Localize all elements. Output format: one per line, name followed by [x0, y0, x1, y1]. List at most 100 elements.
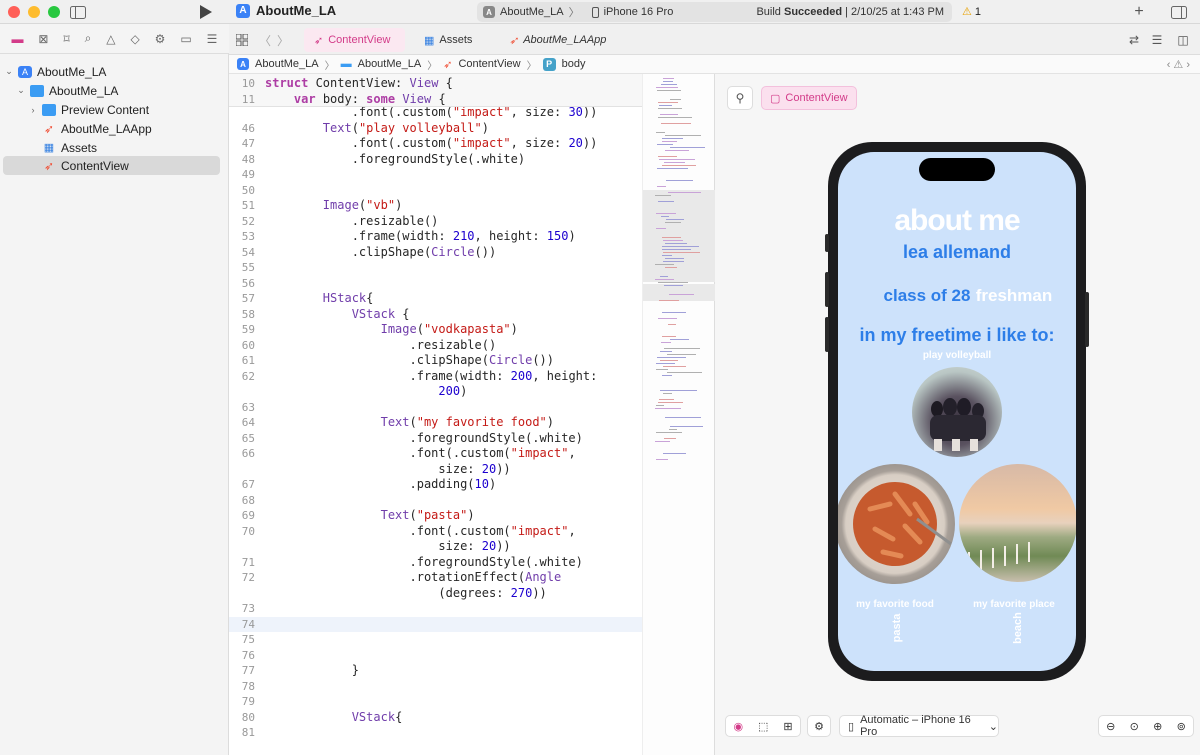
code-line[interactable]: 71 .foregroundStyle(.white): [229, 555, 642, 571]
code-line[interactable]: 55: [229, 260, 642, 276]
chevron-down-icon[interactable]: ⌄: [16, 85, 26, 96]
code-line[interactable]: 67 .padding(10): [229, 477, 642, 493]
find-navigator-icon[interactable]: ⌕: [85, 31, 92, 46]
minimap-code-stroke: [660, 114, 678, 115]
tab-app-file[interactable]: ➶ AboutMe_LAApp: [499, 28, 616, 52]
code-line[interactable]: 59 Image("vodkapasta"): [229, 322, 642, 338]
minimap[interactable]: [642, 74, 716, 755]
code-line[interactable]: 200): [229, 384, 642, 400]
code-line[interactable]: 75: [229, 632, 642, 648]
zoom-100-icon[interactable]: ⊚: [1177, 720, 1186, 733]
code-line[interactable]: 68: [229, 493, 642, 509]
tree-row-app-file[interactable]: ➶ AboutMe_LAApp: [0, 119, 229, 138]
editor-grid-icon[interactable]: [235, 31, 249, 49]
scheme-status-bar[interactable]: A AboutMe_LA 〉 iPhone 16 Pro Build Succe…: [477, 2, 952, 22]
code-line[interactable]: 48 .foregroundStyle(.white): [229, 152, 642, 168]
variants-icon[interactable]: ⊞: [783, 720, 792, 733]
code-line[interactable]: 54 .clipShape(Circle()): [229, 245, 642, 261]
code-line[interactable]: 66 .font(.custom("impact",: [229, 446, 642, 462]
breadcrumb-item[interactable]: body: [562, 58, 586, 70]
code-line[interactable]: .font(.custom("impact", size: 30)): [229, 105, 642, 121]
tree-row-assets[interactable]: ▦ Assets: [0, 138, 229, 157]
tab-assets[interactable]: ▦ Assets: [414, 28, 482, 52]
source-control-navigator-icon[interactable]: ⊠: [38, 32, 48, 46]
code-line[interactable]: 60 .resizable(): [229, 338, 642, 354]
breakpoint-navigator-icon[interactable]: ▭: [180, 32, 191, 46]
minimap-viewport[interactable]: [643, 190, 716, 282]
code-line[interactable]: 61 .clipShape(Circle()): [229, 353, 642, 369]
live-preview-icon[interactable]: ◉: [733, 720, 743, 733]
code-line[interactable]: 76: [229, 648, 642, 664]
code-line[interactable]: 51 Image("vb"): [229, 198, 642, 214]
code-line[interactable]: 63: [229, 400, 642, 416]
split-editor-icon[interactable]: ◫: [1175, 31, 1191, 49]
zoom-window-button[interactable]: [48, 6, 60, 18]
code-line[interactable]: 50: [229, 183, 642, 199]
code-line[interactable]: size: 20)): [229, 539, 642, 555]
code-line[interactable]: 77 }: [229, 663, 642, 679]
run-button[interactable]: [198, 3, 214, 21]
bookmark-navigator-icon[interactable]: ⌑: [63, 32, 69, 46]
device-menu[interactable]: ▯ Automatic – iPhone 16 Pro ⌄: [839, 714, 999, 738]
project-navigator-icon[interactable]: ▬: [11, 32, 23, 46]
code-line[interactable]: 69 Text("pasta"): [229, 508, 642, 524]
code-line[interactable]: 53 .frame(width: 210, height: 150): [229, 229, 642, 245]
breadcrumb-item[interactable]: AboutMe_LA: [255, 58, 319, 70]
chevron-down-icon[interactable]: ⌄: [4, 66, 14, 77]
pin-icon[interactable]: ⚲: [727, 86, 753, 110]
test-navigator-icon[interactable]: ◇: [130, 32, 139, 46]
breadcrumb-item[interactable]: ContentView: [458, 58, 520, 70]
forward-icon[interactable]: 〉: [277, 31, 289, 49]
zoom-fit-icon[interactable]: ⊙: [1130, 720, 1139, 733]
tree-row-group[interactable]: ⌄ AboutMe_LA: [0, 81, 229, 100]
run-destination-selector[interactable]: iPhone 16 Pro: [586, 6, 680, 18]
code-line[interactable]: 70 .font(.custom("impact",: [229, 524, 642, 540]
adjust-editor-icon[interactable]: ☰: [1149, 31, 1165, 49]
code-line[interactable]: 78: [229, 679, 642, 695]
close-window-button[interactable]: [8, 6, 20, 18]
code-line[interactable]: 62 .frame(width: 200, height:: [229, 369, 642, 385]
code-line[interactable]: 74: [229, 616, 642, 632]
line-number: 67: [241, 478, 255, 491]
zoom-in-icon[interactable]: ⊕: [1153, 720, 1162, 733]
zoom-out-icon[interactable]: ⊖: [1106, 720, 1115, 733]
code-line[interactable]: 81: [229, 725, 642, 741]
code-line[interactable]: size: 20)): [229, 462, 642, 478]
tab-contentview[interactable]: ➶ ContentView: [304, 28, 405, 52]
code-line[interactable]: 52 .resizable(): [229, 214, 642, 230]
swap-icon[interactable]: ⇄: [1127, 31, 1141, 49]
breadcrumb-item[interactable]: AboutMe_LA: [358, 58, 422, 70]
tree-row-project[interactable]: ⌄ A AboutMe_LA: [0, 62, 229, 81]
issue-nav-arrows-icon[interactable]: ‹ ⚠ ›: [1167, 58, 1190, 71]
minimize-window-button[interactable]: [28, 6, 40, 18]
code-line[interactable]: 64 Text("my favorite food"): [229, 415, 642, 431]
code-line[interactable]: 46 Text("play volleyball"): [229, 121, 642, 137]
tree-row-contentview[interactable]: ➶ ContentView: [3, 156, 220, 175]
scheme-selector[interactable]: A AboutMe_LA 〉: [477, 4, 586, 20]
preview-selector-chip[interactable]: ▢ ContentView: [761, 86, 857, 110]
code-line[interactable]: 72 .rotationEffect(Angle: [229, 570, 642, 586]
code-line[interactable]: 79: [229, 694, 642, 710]
code-line[interactable]: 58 VStack {: [229, 307, 642, 323]
issue-navigator-icon[interactable]: △: [106, 32, 115, 46]
chevron-right-icon[interactable]: ›: [28, 105, 38, 115]
code-line[interactable]: 56: [229, 276, 642, 292]
code-line[interactable]: 73: [229, 601, 642, 617]
code-line[interactable]: 80 VStack{: [229, 710, 642, 726]
back-icon[interactable]: 〈: [259, 31, 271, 49]
select-mode-icon[interactable]: ⬚: [758, 720, 768, 733]
code-line[interactable]: 57 HStack{: [229, 291, 642, 307]
tree-row-preview-content[interactable]: › Preview Content: [0, 100, 229, 119]
code-line[interactable]: (degrees: 270)): [229, 586, 642, 602]
source-editor[interactable]: 10 struct ContentView: View {11 var body:…: [229, 74, 642, 755]
report-navigator-icon[interactable]: ☰: [207, 32, 218, 46]
code-line[interactable]: 49: [229, 167, 642, 183]
sidebar-toggle-icon[interactable]: [70, 3, 86, 21]
inspector-toggle-icon[interactable]: [1170, 3, 1188, 21]
debug-navigator-icon[interactable]: ⚙: [155, 32, 166, 46]
code-line[interactable]: 47 .font(.custom("impact", size: 20)): [229, 136, 642, 152]
code-line[interactable]: 65 .foregroundStyle(.white): [229, 431, 642, 447]
warnings-indicator[interactable]: ⚠ 1: [962, 5, 981, 19]
device-settings-button[interactable]: ⚙: [807, 715, 831, 737]
add-icon[interactable]: +: [1131, 3, 1147, 21]
